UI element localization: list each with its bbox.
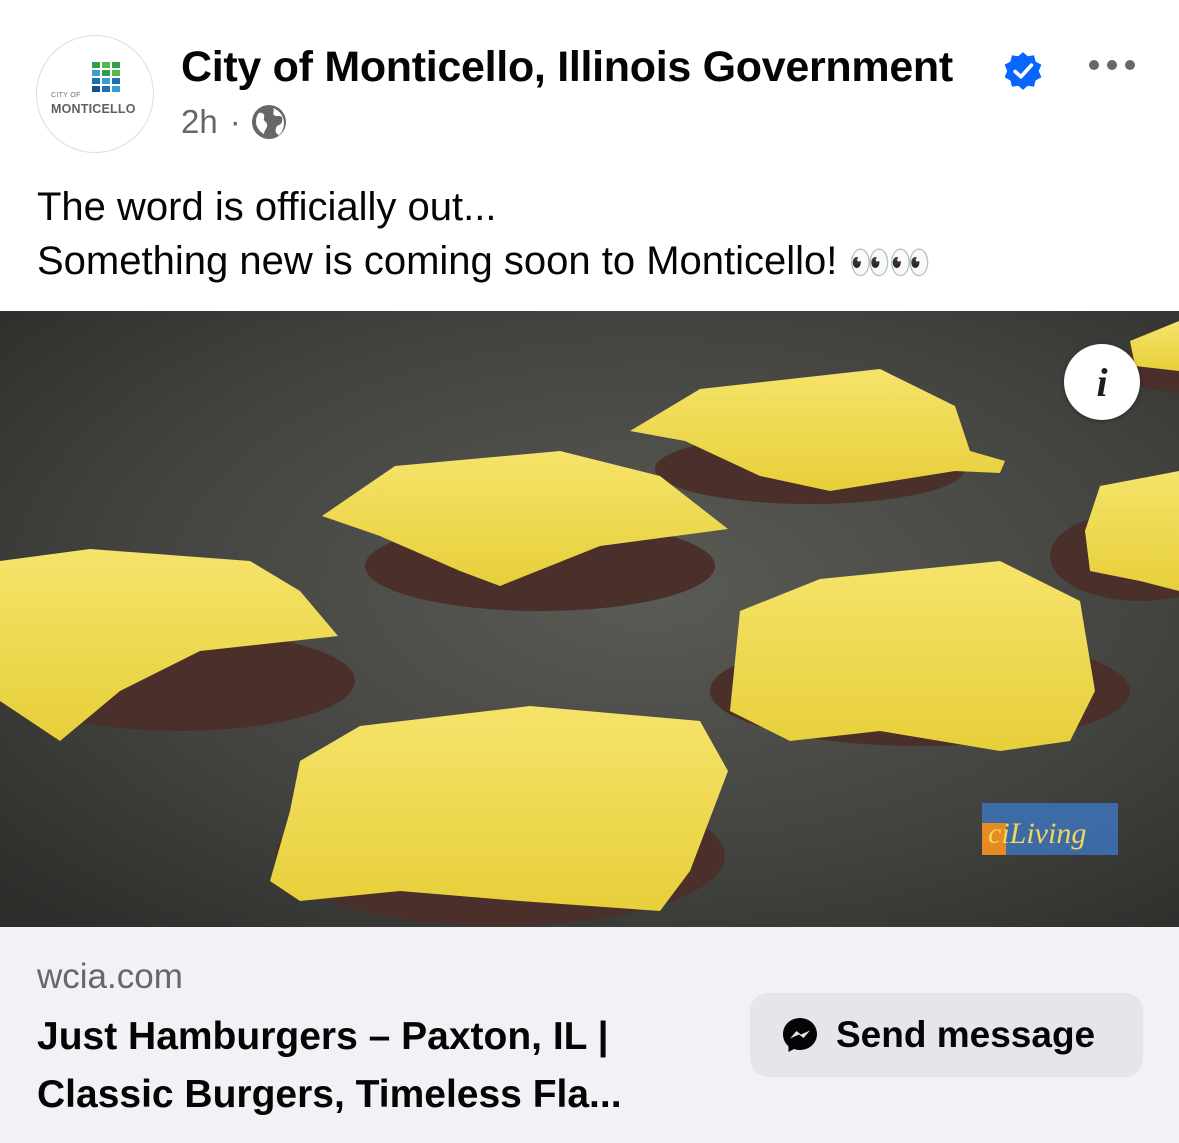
meta-separator: · xyxy=(229,103,241,140)
messenger-icon xyxy=(783,1018,817,1052)
more-options-icon[interactable] xyxy=(1086,55,1138,75)
post-meta: 2h · xyxy=(181,103,287,141)
avatar-city-of-text: CITY OF xyxy=(51,92,81,99)
post-timestamp[interactable]: 2h xyxy=(181,103,218,141)
link-preview-image[interactable]: ciLiving xyxy=(0,311,1179,927)
burger-griddle-photo: ciLiving xyxy=(0,311,1179,927)
post-message: The word is officially out... Something … xyxy=(37,180,932,290)
send-message-label: Send message xyxy=(836,1014,1096,1055)
page-avatar[interactable]: CITY OF MONTICELLO xyxy=(36,35,154,153)
link-title-line-2: Classic Burgers, Timeless Fla... xyxy=(37,1073,622,1116)
link-domain: wcia.com xyxy=(37,957,183,996)
page-name-link[interactable]: City of Monticello, Illinois Government xyxy=(181,43,953,92)
eyes-emoji: 👀👀 xyxy=(848,244,932,282)
ciliving-watermark: ciLiving xyxy=(982,803,1118,855)
avatar-town-text: MONTICELLO xyxy=(51,102,136,116)
link-title-line-1: Just Hamburgers – Paxton, IL | xyxy=(37,1015,609,1058)
globe-icon[interactable] xyxy=(251,104,287,140)
svg-text:ciLiving: ciLiving xyxy=(988,817,1086,850)
info-button[interactable]: i xyxy=(1064,344,1140,420)
post-text-line-1: The word is officially out... xyxy=(37,185,497,229)
post-text-line-2: Something new is coming soon to Monticel… xyxy=(37,239,932,283)
city-logo-icon xyxy=(92,62,120,92)
send-message-button[interactable]: Send message xyxy=(750,993,1143,1077)
link-title[interactable]: Just Hamburgers – Paxton, IL | Classic B… xyxy=(37,1008,737,1124)
info-icon: i xyxy=(1096,359,1108,405)
verified-badge-icon xyxy=(1004,52,1042,90)
